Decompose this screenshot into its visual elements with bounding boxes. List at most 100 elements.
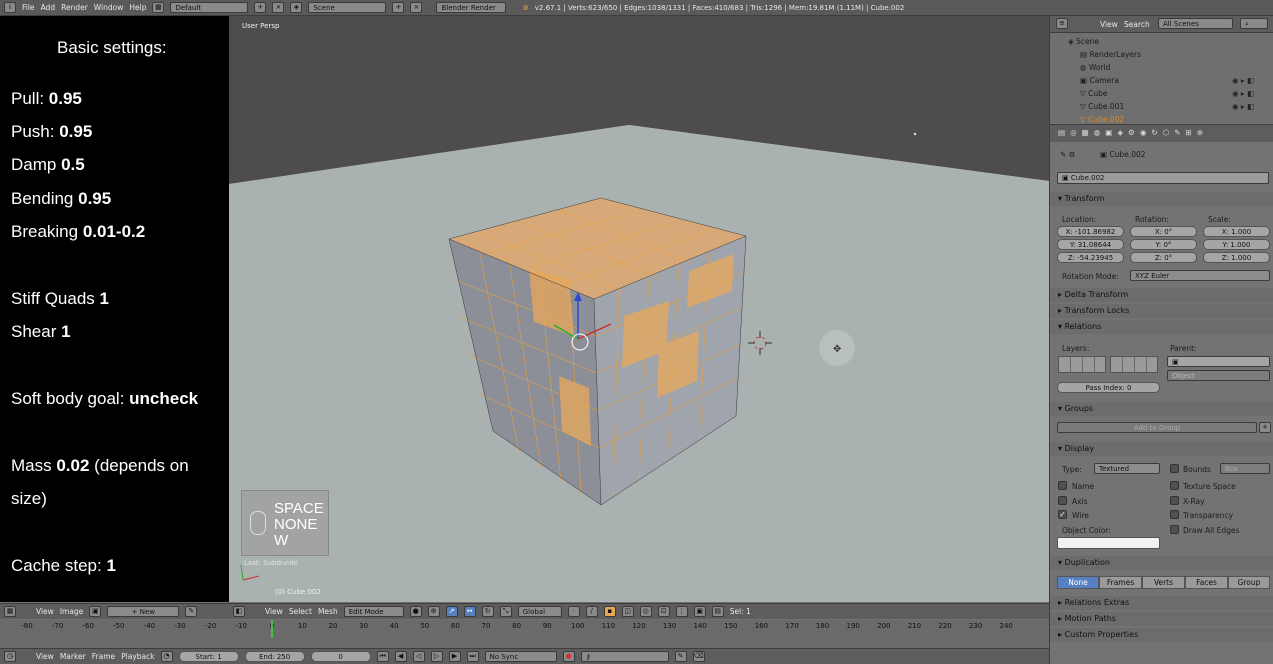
timeline-menu-playback[interactable]: Playback xyxy=(121,652,154,661)
timeline-editor-type-icon[interactable]: ◷ xyxy=(4,651,16,662)
image-menu-view[interactable]: View xyxy=(36,607,54,616)
texture-space-checkbox[interactable] xyxy=(1170,481,1179,490)
image-pin-icon[interactable]: ✎ xyxy=(185,606,198,617)
location-x-field[interactable]: X: -101.86982 xyxy=(1057,226,1124,237)
custom-properties-header[interactable]: ▸ Custom Properties xyxy=(1050,628,1273,642)
pass-index-field[interactable]: Pass Index: 0 xyxy=(1057,382,1160,393)
3d-viewport[interactable]: ✥ User Persp SPACE NONE W Last: Subdivid… xyxy=(229,16,1049,602)
object-name-field[interactable]: ▣ Cube.002 xyxy=(1057,172,1269,184)
outliner-filter-select[interactable]: All Scenes xyxy=(1158,18,1233,29)
end-frame-field[interactable]: End: 250 xyxy=(244,651,305,662)
motion-paths-header[interactable]: ▸ Motion Paths xyxy=(1050,612,1273,626)
image-editor-type-icon[interactable]: ▦ xyxy=(4,606,16,617)
draw-all-edges-checkbox[interactable] xyxy=(1170,525,1179,534)
manipulator-toggle-icon[interactable]: ↗ xyxy=(445,606,458,617)
dup-frames-button[interactable]: Frames xyxy=(1099,576,1142,589)
outliner-search-input[interactable]: ⌕ xyxy=(1240,18,1268,29)
jump-start-icon[interactable]: ⏮ xyxy=(376,651,389,662)
outliner-item-scene[interactable]: ◈ Scene xyxy=(1068,37,1099,46)
menu-window[interactable]: Window xyxy=(94,3,124,12)
relations-extras-header[interactable]: ▸ Relations Extras xyxy=(1050,596,1273,610)
viewport-shading-icon[interactable]: ● xyxy=(409,606,422,617)
delete-keyframe-icon[interactable]: ⌫ xyxy=(692,651,705,662)
prev-keyframe-icon[interactable]: ◀ xyxy=(394,651,407,662)
outliner-item-world[interactable]: ◍ World xyxy=(1080,63,1110,72)
rotation-mode-select[interactable]: XYZ Euler xyxy=(1130,270,1270,281)
properties-context-icons[interactable]: ▤◎▦◍▣◈⚙◉↻⬡✎⊞⊕ xyxy=(1058,128,1208,137)
dup-verts-button[interactable]: Verts xyxy=(1142,576,1185,589)
delta-transform-header[interactable]: ▸ Delta Transform xyxy=(1050,288,1273,302)
timeline-menu-frame[interactable]: Frame xyxy=(92,652,115,661)
remove-scene-icon[interactable]: × xyxy=(410,2,423,13)
viewport-scene[interactable]: ✥ xyxy=(229,16,1049,602)
scale-manipulator-icon[interactable]: ⤡ xyxy=(499,606,512,617)
transform-orientation-select[interactable]: Global xyxy=(517,606,562,617)
scale-x-field[interactable]: X: 1.000 xyxy=(1203,226,1270,237)
3d-editor-type-icon[interactable]: ◧ xyxy=(233,606,245,617)
scale-y-field[interactable]: Y: 1.000 xyxy=(1203,239,1270,250)
parent-type-select[interactable]: Object xyxy=(1167,370,1270,381)
3d-menu-view[interactable]: View xyxy=(265,607,283,616)
3d-menu-mesh[interactable]: Mesh xyxy=(318,607,338,616)
timeline-ruler[interactable]: -80-70-60-50-40-30-20-100102030405060708… xyxy=(0,620,1049,648)
play-reverse-icon[interactable]: ◁ xyxy=(412,651,425,662)
limit-selection-icon[interactable]: ◫ xyxy=(621,606,634,617)
rotation-x-field[interactable]: X: 0° xyxy=(1130,226,1197,237)
timeline-menu-marker[interactable]: Marker xyxy=(60,652,86,661)
scale-z-field[interactable]: Z: 1.000 xyxy=(1203,252,1270,263)
add-group-icon[interactable]: + xyxy=(1259,422,1271,433)
image-new-button[interactable]: + New xyxy=(107,606,180,617)
dup-group-button[interactable]: Group xyxy=(1228,576,1270,589)
outliner-item-camera[interactable]: ▣ Camera xyxy=(1080,76,1119,85)
vertex-select-icon[interactable]: · xyxy=(567,606,580,617)
snap-toggle-icon[interactable]: ⊡ xyxy=(657,606,670,617)
transform-panel-header[interactable]: ▾ Transform xyxy=(1050,192,1273,206)
image-browse-icon[interactable]: ▣ xyxy=(89,606,102,617)
edge-select-icon[interactable]: / xyxy=(585,606,598,617)
render-preview-icon[interactable]: ▣ xyxy=(693,606,706,617)
editor-type-info-icon[interactable]: i xyxy=(4,2,16,13)
outliner-menu-search[interactable]: Search xyxy=(1124,20,1150,29)
location-z-field[interactable]: Z: -54.23945 xyxy=(1057,252,1124,263)
timeline-menu-view[interactable]: View xyxy=(36,652,54,661)
pivot-point-icon[interactable]: ⊕ xyxy=(427,606,440,617)
proportional-edit-icon[interactable]: ◎ xyxy=(639,606,652,617)
image-menu-image[interactable]: Image xyxy=(60,607,84,616)
menu-add[interactable]: Add xyxy=(41,3,56,12)
sync-mode-select[interactable]: No Sync xyxy=(484,651,557,662)
visibility-eye-icon[interactable]: ◉ ▸ ◧ xyxy=(1232,76,1254,85)
duplication-header[interactable]: ▾ Duplication xyxy=(1050,556,1273,570)
xray-checkbox[interactable] xyxy=(1170,496,1179,505)
object-color-swatch[interactable] xyxy=(1057,537,1160,549)
translate-manipulator-icon[interactable]: ↔ xyxy=(463,606,476,617)
scene-icon[interactable]: ◈ xyxy=(290,2,303,13)
current-frame-field[interactable]: 0 xyxy=(310,651,371,662)
outliner-item-renderlayers[interactable]: ▤ RenderLayers xyxy=(1080,50,1141,59)
visibility-eye-icon[interactable]: ◉ ▸ ◧ xyxy=(1232,89,1254,98)
insert-keyframe-icon[interactable]: ✎ xyxy=(674,651,687,662)
add-scene-icon[interactable]: + xyxy=(392,2,405,13)
rotation-z-field[interactable]: Z: 0° xyxy=(1130,252,1197,263)
snap-element-icon[interactable]: ⋮ xyxy=(675,606,688,617)
outliner-item-cube-001[interactable]: ▽ Cube.001 xyxy=(1080,102,1124,111)
bounds-checkbox[interactable] xyxy=(1170,464,1179,473)
menu-file[interactable]: File xyxy=(22,3,35,12)
rotate-manipulator-icon[interactable]: ↻ xyxy=(481,606,494,617)
parent-field[interactable]: ▣ xyxy=(1167,356,1270,367)
layers-grid-b[interactable] xyxy=(1110,356,1158,373)
opengl-render-icon[interactable]: ▤ xyxy=(711,606,724,617)
mode-select[interactable]: Edit Mode xyxy=(343,606,404,617)
add-layout-icon[interactable]: + xyxy=(254,2,267,13)
face-select-icon[interactable]: ▪ xyxy=(603,606,616,617)
axis-checkbox[interactable] xyxy=(1058,496,1067,505)
name-checkbox[interactable] xyxy=(1058,481,1067,490)
properties-pin-icon[interactable]: ✎ ⚙ xyxy=(1060,150,1075,159)
outliner-item-cube[interactable]: ▽ Cube xyxy=(1080,89,1108,98)
scene-select[interactable]: Scene xyxy=(308,2,387,13)
start-frame-field[interactable]: Start: 1 xyxy=(178,651,239,662)
jump-end-icon[interactable]: ⏭ xyxy=(466,651,479,662)
display-type-select[interactable]: Textured xyxy=(1094,463,1160,474)
outliner-editor-icon[interactable]: ≡ xyxy=(1056,18,1068,29)
record-icon[interactable]: ● xyxy=(562,651,575,662)
transform-locks-header[interactable]: ▸ Transform Locks xyxy=(1050,304,1273,318)
